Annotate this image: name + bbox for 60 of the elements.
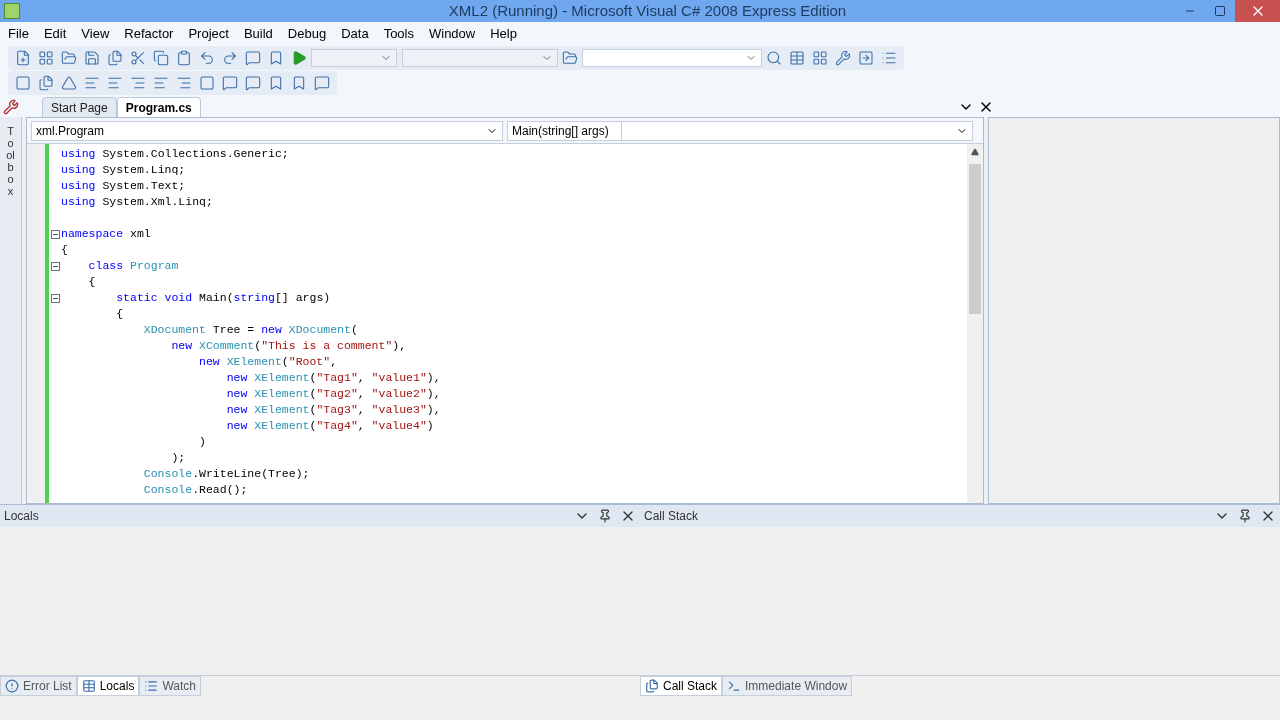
- panel-tab[interactable]: Error List: [0, 676, 77, 696]
- menu-item[interactable]: View: [81, 23, 110, 44]
- panel-tab[interactable]: Locals: [76, 676, 140, 696]
- document-tab[interactable]: Program.cs: [116, 97, 201, 117]
- menu-item[interactable]: Help: [490, 23, 517, 44]
- app-icon: [4, 3, 20, 19]
- code-line: Console.WriteLine(Tree);: [142, 466, 310, 483]
- pin-icon[interactable]: [1238, 509, 1252, 523]
- code-line: {: [87, 274, 96, 291]
- code-line: {: [115, 306, 124, 323]
- menu-item[interactable]: Window: [429, 23, 476, 44]
- code-line: namespace xml: [61, 226, 151, 243]
- up-arrow-icon[interactable]: [971, 148, 979, 156]
- fold-toggle[interactable]: [50, 293, 60, 303]
- panel-tab[interactable]: Watch: [139, 676, 201, 696]
- code-line: XDocument Tree = new XDocument(: [142, 322, 358, 339]
- code-line: using System.Xml.Linq;: [61, 194, 213, 211]
- scrollbar[interactable]: [967, 144, 983, 503]
- code-line: using System.Linq;: [61, 162, 186, 179]
- menu-item[interactable]: Build: [243, 23, 273, 44]
- menu-item[interactable]: File: [8, 23, 29, 44]
- pin-icon[interactable]: [598, 509, 612, 523]
- code-line: new XElement("Tag1", "value1"),: [225, 370, 441, 387]
- code-line: new XElement("Root",: [198, 354, 338, 371]
- menu-item[interactable]: Edit: [43, 23, 67, 44]
- fold-toggle[interactable]: [50, 261, 60, 271]
- code-line: new XElement("Tag3", "value3"),: [225, 402, 441, 419]
- panel-title: Locals: [4, 508, 39, 525]
- code-line: static void Main(string[] args): [115, 290, 331, 307]
- code-line: ): [198, 434, 206, 451]
- panel-tab[interactable]: Immediate Window: [722, 676, 853, 696]
- code-line: using System.Text;: [61, 178, 186, 195]
- panel-title: Call Stack: [644, 508, 699, 525]
- fold-toggle[interactable]: [50, 229, 60, 239]
- tab-icon: [144, 679, 159, 693]
- menu-item[interactable]: Data: [341, 23, 369, 44]
- tab-icon: [727, 679, 742, 693]
- code-line: class Program: [87, 258, 179, 275]
- toolbox-strip[interactable]: Toolbox: [0, 117, 22, 504]
- restore-icon: [1214, 5, 1226, 17]
- menu-item[interactable]: Refactor: [124, 23, 174, 44]
- close-button[interactable]: [1235, 0, 1280, 22]
- member-dropdown[interactable]: Main(string[] args): [507, 120, 973, 141]
- menu-item[interactable]: Debug: [287, 23, 327, 44]
- type-dropdown[interactable]: xml.Program: [31, 120, 503, 141]
- code-line: new XElement("Tag4", "value4"): [225, 418, 434, 435]
- code-line: {: [61, 242, 68, 259]
- menu-item[interactable]: Tools: [383, 23, 414, 44]
- panel-tab[interactable]: Call Stack: [640, 676, 723, 696]
- tab-icon: [81, 679, 96, 693]
- code-line: using System.Collections.Generic;: [61, 146, 289, 163]
- code-line: );: [170, 450, 186, 467]
- code-line: new XComment("This is a comment"),: [170, 338, 407, 355]
- tab-icon: [5, 679, 19, 693]
- menu-item[interactable]: Project: [188, 23, 229, 44]
- window-title: XML2 (Running) - Microsoft Visual C# 2008 Express Edition: [448, 0, 847, 21]
- document-tab[interactable]: Start Page: [42, 97, 117, 117]
- tab-icon: [645, 679, 659, 693]
- code-line: new XElement("Tag2", "value2"),: [225, 386, 441, 403]
- code-line: Console.Read();: [142, 482, 248, 499]
